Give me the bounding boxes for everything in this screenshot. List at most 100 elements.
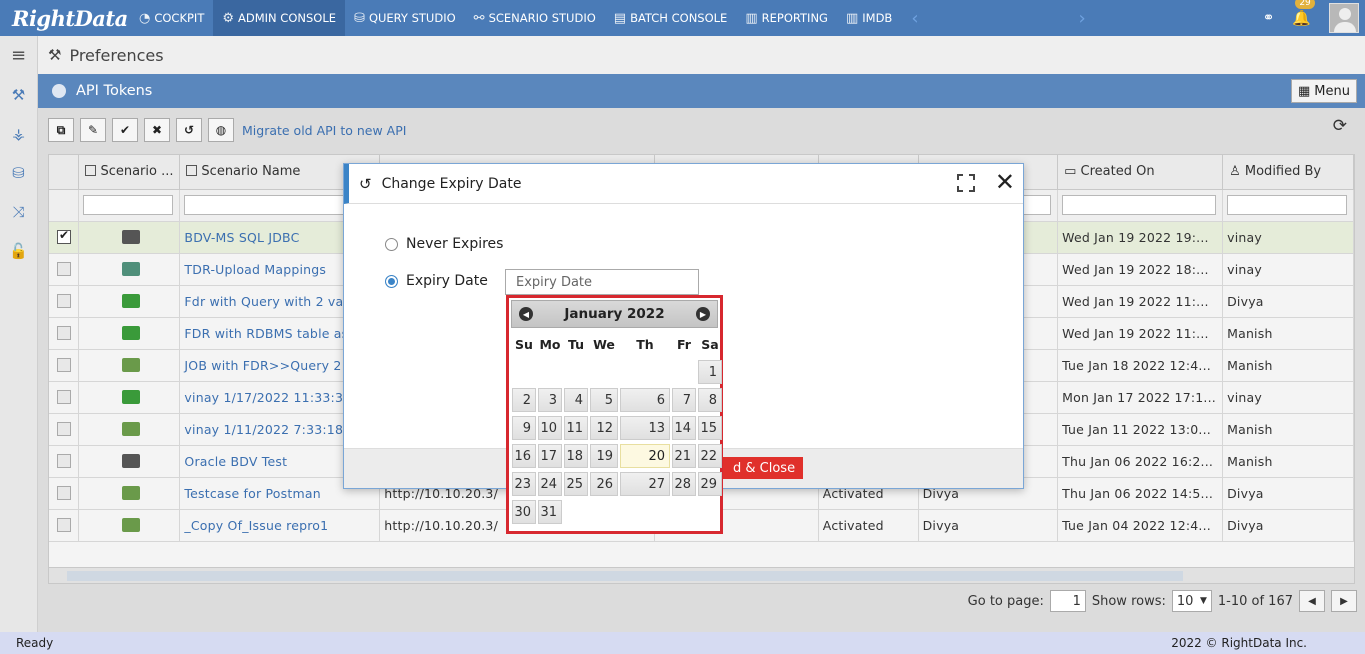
day-cell[interactable]: 1 bbox=[698, 360, 722, 384]
horizontal-scrollbar[interactable] bbox=[49, 567, 1354, 583]
migrate-button[interactable]: ◍ bbox=[208, 118, 234, 142]
row-checkbox[interactable] bbox=[57, 228, 71, 244]
filter-input[interactable] bbox=[83, 195, 174, 215]
nav-item-admin-console[interactable]: ⚙ ADMIN CONSOLE bbox=[213, 0, 346, 36]
day-cell[interactable]: 14 bbox=[672, 416, 696, 440]
day-cell[interactable]: 30 bbox=[512, 500, 536, 524]
nav-item-imdb[interactable]: ▥ IMDB bbox=[837, 0, 901, 36]
day-cell[interactable]: 2 bbox=[512, 388, 536, 412]
copy-button[interactable]: ⧉ bbox=[48, 118, 74, 142]
prev-month-icon[interactable]: ◀ bbox=[519, 307, 533, 321]
nav-item-cockpit[interactable]: ◔ COCKPIT bbox=[130, 0, 213, 36]
database-icon[interactable]: ⛁ bbox=[0, 153, 37, 192]
row-checkbox[interactable] bbox=[57, 390, 71, 404]
nav-item-batch-console[interactable]: ▤ BATCH CONSOLE bbox=[605, 0, 737, 36]
row-checkbox[interactable] bbox=[57, 326, 71, 340]
day-cell[interactable]: 27 bbox=[620, 472, 670, 496]
day-cell[interactable]: 29 bbox=[698, 472, 722, 496]
avatar[interactable] bbox=[1329, 3, 1359, 33]
day-cell[interactable]: 31 bbox=[538, 500, 562, 524]
row-checkbox[interactable] bbox=[57, 454, 71, 468]
nav-prev-icon[interactable]: ‹ bbox=[901, 8, 928, 29]
day-cell[interactable]: 16 bbox=[512, 444, 536, 468]
save-close-button[interactable]: d & Close bbox=[719, 457, 804, 479]
row-checkbox[interactable] bbox=[57, 262, 71, 276]
day-cell[interactable]: 26 bbox=[590, 472, 618, 496]
row-checkbox[interactable] bbox=[57, 294, 71, 308]
day-cell[interactable]: 11 bbox=[564, 416, 588, 440]
expiry-date-radio[interactable] bbox=[385, 274, 398, 288]
user-icon: ♙ bbox=[1229, 164, 1245, 180]
header-scenario-type[interactable]: Scenario ... bbox=[78, 155, 181, 190]
never-expires-option[interactable]: Never Expires bbox=[385, 236, 503, 252]
row-checkbox[interactable] bbox=[57, 486, 71, 500]
link-icon[interactable]: ⚭ bbox=[1263, 10, 1275, 26]
scrollbar-thumb[interactable] bbox=[67, 571, 1183, 581]
deactivate-button[interactable]: ✖ bbox=[144, 118, 170, 142]
nav-item-scenario-studio[interactable]: ⚯ SCENARIO STUDIO bbox=[465, 0, 605, 36]
day-cell[interactable]: 6 bbox=[620, 388, 670, 412]
app-logo[interactable]: RightData bbox=[0, 6, 130, 31]
page-number-input[interactable]: 1 bbox=[1049, 590, 1086, 612]
expiry-date-option[interactable]: Expiry Date bbox=[385, 273, 488, 289]
row-checkbox[interactable] bbox=[57, 518, 71, 532]
day-cell[interactable]: 4 bbox=[564, 388, 588, 412]
day-cell[interactable]: 3 bbox=[538, 388, 562, 412]
hierarchy-icon[interactable]: ⚶ bbox=[0, 114, 37, 153]
chevron-down-icon: ▼ bbox=[1199, 596, 1207, 606]
day-cell-today[interactable]: 20 bbox=[620, 444, 670, 468]
tools-icon[interactable]: ⚒ bbox=[0, 75, 37, 114]
never-expires-radio[interactable] bbox=[385, 237, 398, 251]
cell-scenario-name[interactable]: _Copy Of_Issue repro1 bbox=[179, 509, 381, 542]
prev-page-button[interactable]: ◀ bbox=[1299, 590, 1325, 612]
day-cell[interactable]: 15 bbox=[698, 416, 722, 440]
filter-input[interactable] bbox=[1062, 195, 1217, 215]
nav-item-query-studio[interactable]: ⛁ QUERY STUDIO bbox=[345, 0, 465, 36]
migrate-link[interactable]: Migrate old API to new API bbox=[242, 123, 406, 138]
row-checkbox[interactable] bbox=[57, 358, 71, 372]
next-page-button[interactable]: ▶ bbox=[1331, 590, 1357, 612]
day-cell[interactable]: 12 bbox=[590, 416, 618, 440]
shuffle-icon[interactable]: ⤨ bbox=[0, 192, 37, 231]
activate-button[interactable]: ✔ bbox=[112, 118, 138, 142]
change-expiry-button[interactable]: ↺ bbox=[176, 118, 202, 142]
edit-button[interactable]: ✎ bbox=[80, 118, 106, 142]
lock-icon[interactable]: 🔓 bbox=[0, 231, 37, 270]
day-cell[interactable]: 24 bbox=[538, 472, 562, 496]
nav-item-label: BATCH CONSOLE bbox=[630, 11, 728, 25]
datepicker-month: January 2022 bbox=[564, 306, 665, 322]
day-blank bbox=[512, 360, 536, 384]
day-cell[interactable]: 22 bbox=[698, 444, 722, 468]
nav-item-reporting[interactable]: ▥ REPORTING bbox=[736, 0, 837, 36]
bell-icon[interactable]: 🔔 29 bbox=[1292, 0, 1315, 27]
hamburger-menu-icon[interactable]: ≡ bbox=[0, 36, 37, 75]
day-cell[interactable]: 8 bbox=[698, 388, 722, 412]
filter-input[interactable] bbox=[1227, 195, 1347, 215]
sitemap-icon bbox=[85, 165, 97, 177]
refresh-icon[interactable]: ⟳ bbox=[1333, 116, 1347, 136]
row-checkbox[interactable] bbox=[57, 422, 71, 436]
day-cell[interactable]: 18 bbox=[564, 444, 588, 468]
day-cell[interactable]: 21 bbox=[672, 444, 696, 468]
day-cell[interactable]: 25 bbox=[564, 472, 588, 496]
menu-button[interactable]: ▦ Menu bbox=[1291, 79, 1357, 103]
nav-next-icon[interactable]: › bbox=[1069, 8, 1096, 29]
day-cell[interactable]: 5 bbox=[590, 388, 618, 412]
rows-select[interactable]: 10 ▼ bbox=[1171, 590, 1212, 612]
day-cell[interactable]: 13 bbox=[620, 416, 670, 440]
day-cell[interactable]: 17 bbox=[538, 444, 562, 468]
header-select[interactable] bbox=[49, 155, 80, 190]
close-icon[interactable]: ✕ bbox=[995, 170, 1015, 194]
day-cell[interactable]: 9 bbox=[512, 416, 536, 440]
next-month-icon[interactable]: ▶ bbox=[696, 307, 710, 321]
maximize-icon[interactable] bbox=[957, 174, 975, 192]
day-cell[interactable]: 23 bbox=[512, 472, 536, 496]
header-modified-by[interactable]: ♙ Modified By bbox=[1222, 155, 1354, 190]
header-created-on[interactable]: ▭ Created On bbox=[1057, 155, 1224, 190]
expiry-date-input[interactable]: Expiry Date bbox=[505, 269, 699, 295]
day-cell[interactable]: 19 bbox=[590, 444, 618, 468]
cell-created-on: Wed Jan 19 2022 18:... bbox=[1057, 253, 1224, 286]
day-cell[interactable]: 10 bbox=[538, 416, 562, 440]
day-cell[interactable]: 7 bbox=[672, 388, 696, 412]
day-cell[interactable]: 28 bbox=[672, 472, 696, 496]
